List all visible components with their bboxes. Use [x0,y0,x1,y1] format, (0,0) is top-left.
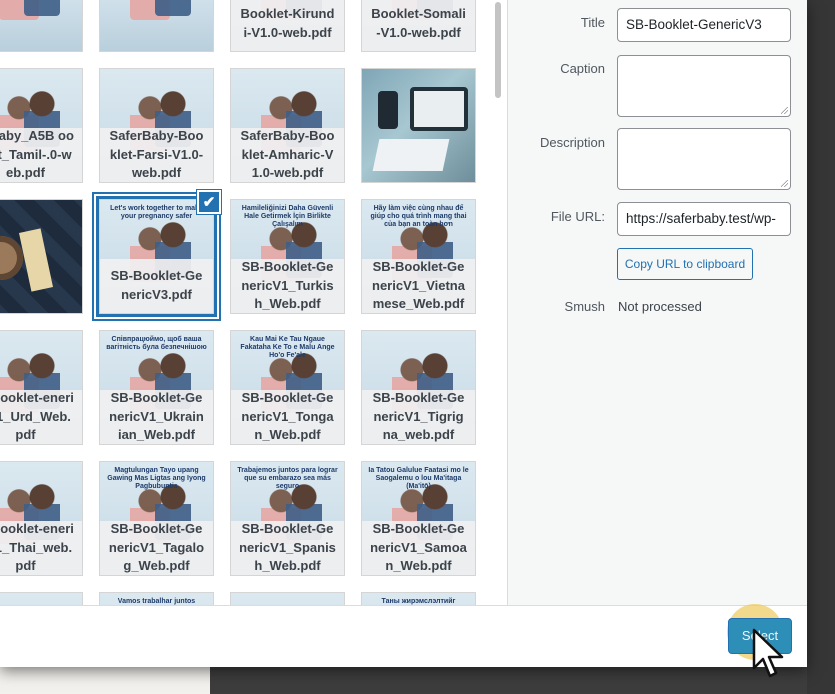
media-tile[interactable]: Magtulungan Tayo upang Gawing Mas Ligtas… [99,461,214,576]
title-field[interactable]: SB-Booklet-GenericV3 [617,8,791,42]
filename-label: SB-Booklet-GenericV1_Tigrigna_web.pdf [372,390,465,443]
filename-overlay: erBaby_A5B ooklet_Tamil-.0-web.pdf [0,127,82,182]
smush-label: Smush [564,299,605,314]
caption-field[interactable] [617,55,791,117]
thumbnail-art [410,87,468,131]
scrollbar-thumb[interactable] [495,2,501,98]
overlay-backdrop-right [807,0,835,694]
filename-overlay: SB-Booklet-GenericV1_Tigrigna_web.pdf [362,389,475,444]
thumbnail-headline: Hamileliğinizi Daha Güvenli Hale Getirme… [241,205,334,228]
filename-label: SB-Booklet-GenericV1_Samoan_Web.pdf [370,521,467,574]
filename-overlay: SB-Booklet-GenericV1_Tongan_Web.pdf [231,389,344,444]
file-thumbnail [231,593,344,605]
copy-url-button[interactable]: Copy URL to clipboard [617,248,753,280]
thumbnail-headline: Vamos trabalhar juntos [117,598,196,605]
filename-overlay: SB-Booklet-GenericV3.pdf [100,258,213,313]
selected-check-icon[interactable]: ✔ [197,190,221,214]
media-tile[interactable]: SB-Booklet-GenericV1_Tigrigna_web.pdf [361,330,476,445]
thumbnail-headline: Kau Mai Ke Tau Ngaue Fakataha Ke To e Ma… [240,336,335,359]
filename-label: B-Booklet-enericV1_Thai_web.pdf [0,521,74,574]
filename-overlay: SB-Booklet-GenericV1_Vietnamese_Web.pdf [362,258,475,313]
file-url-label: File URL: [550,209,605,224]
thumbnail-headline: Trabajemos juntos para lograr que su emb… [237,467,338,490]
media-tile[interactable]: Таны жирэмслэлтийг [361,592,476,605]
caption-label: Caption [560,61,605,76]
filename-label: Booklet-Somali-V1.0-web.pdf [371,6,466,40]
thumbnail-headline: Hãy làm việc cùng nhau để giúp cho quá t… [370,205,467,228]
media-tile[interactable] [0,592,83,605]
media-tile[interactable]: SaferBaby-Booklet-Farsi-V1.0-web.pdf [99,68,214,183]
thumbnail-art [372,139,450,171]
filename-label: B-Booklet-enericV1_Urd_Web.pdf [0,390,74,443]
media-tile[interactable]: Let's work together to make your pregnan… [96,196,217,317]
file-url-field[interactable]: https://saferbaby.test/wp- [617,202,791,236]
description-label: Description [539,135,605,150]
media-tile[interactable]: Booklet-Somali-V1.0-web.pdf [361,0,476,52]
filename-label: SB-Booklet-GenericV3.pdf [110,268,203,302]
filename-label: SB-Booklet-GenericV1_Spanish_Web.pdf [239,521,336,574]
media-tile[interactable]: SaferBaby-Booklet-Amharic-V1.0-web.pdf [230,68,345,183]
media-tile[interactable] [0,199,83,314]
media-tile[interactable]: Hãy làm việc cùng nhau để giúp cho quá t… [361,199,476,314]
mouse-pointer-icon [752,628,784,678]
thumbnail-headline: Ia Tatou Galulue Faatasi mo le Saogalemu… [368,467,469,490]
media-tile[interactable]: Booklet-Kirundi-V1.0-web.pdf [230,0,345,52]
thumbnail-headline: Magtulungan Tayo upang Gawing Mas Ligtas… [107,467,206,490]
media-tile[interactable] [361,68,476,183]
media-tile[interactable]: Ia Tatou Galulue Faatasi mo le Saogalemu… [361,461,476,576]
media-tile[interactable]: erBaby_A5B ooklet_Tamil-.0-web.pdf [0,68,83,183]
media-tile[interactable] [99,0,214,52]
media-tile[interactable] [230,592,345,605]
media-library-modal: THER TO REDUCE STI Booklet-Kirundi-V1.0-w… [0,0,807,667]
file-thumbnail [0,593,82,605]
filename-overlay: SB-Booklet-GenericV1_Turkish_Web.pdf [231,258,344,313]
filename-overlay: Booklet-Kirundi-V1.0-web.pdf [231,0,344,51]
filename-overlay: SB-Booklet-GenericV1_Tagalog_Web.pdf [100,520,213,575]
media-tile[interactable]: B-Booklet-enericV1_Urd_Web.pdf [0,330,83,445]
media-tile[interactable]: Співпрацюймо, щоб ваша вагітність була б… [99,330,214,445]
filename-label: erBaby_A5B ooklet_Tamil-.0-web.pdf [0,128,74,181]
media-tile[interactable]: THER TO REDUCE STI [0,0,83,52]
attachment-details-panel: Title SB-Booklet-GenericV3 Caption Descr… [507,0,807,605]
filename-overlay: SB-Booklet-GenericV1_Samoan_Web.pdf [362,520,475,575]
media-modal-toolbar [0,605,807,667]
smush-status: Not processed [618,299,702,314]
filename-label: Booklet-Kirundi-V1.0-web.pdf [240,6,335,40]
filename-overlay: B-Booklet-enericV1_Thai_web.pdf [0,520,82,575]
filename-label: SB-Booklet-GenericV1_Tagalog_Web.pdf [108,521,205,574]
filename-label: SB-Booklet-GenericV1_Ukrainian_Web.pdf [109,390,204,443]
thumbnail-headline: Таны жирэмслэлтийг [381,598,456,605]
filename-label: SaferBaby-Booklet-Amharic-V1.0-web.pdf [240,128,335,181]
filename-overlay: SaferBaby-Booklet-Amharic-V1.0-web.pdf [231,127,344,182]
media-tile[interactable]: B-Booklet-enericV1_Thai_web.pdf [0,461,83,576]
description-field[interactable] [617,128,791,190]
media-grid: THER TO REDUCE STI Booklet-Kirundi-V1.0-w… [0,0,492,605]
media-tile[interactable]: Kau Mai Ke Tau Ngaue Fakataha Ke To e Ma… [230,330,345,445]
thumbnail-headline: Let's work together to make your pregnan… [110,205,203,220]
filename-label: SaferBaby-Booklet-Farsi-V1.0-web.pdf [109,128,204,181]
filename-label: SB-Booklet-GenericV1_Tongan_Web.pdf [241,390,334,443]
filename-overlay: Booklet-Somali-V1.0-web.pdf [362,0,475,51]
thumbnail-headline: Співпрацюймо, щоб ваша вагітність була б… [106,336,207,351]
thumbnail-art [378,91,398,129]
media-tile[interactable]: Hamileliğinizi Daha Güvenli Hale Getirme… [230,199,345,314]
filename-overlay: SaferBaby-Booklet-Farsi-V1.0-web.pdf [100,127,213,182]
filename-label: SB-Booklet-GenericV1_Turkish_Web.pdf [241,259,334,312]
filename-overlay: B-Booklet-enericV1_Urd_Web.pdf [0,389,82,444]
media-grid-scrollbar[interactable] [494,0,502,605]
media-tile[interactable]: Vamos trabalhar juntos [99,592,214,605]
filename-overlay: SB-Booklet-GenericV1_Spanish_Web.pdf [231,520,344,575]
media-tile[interactable]: Trabajemos juntos para lograr que su emb… [230,461,345,576]
screen: THER TO REDUCE STI Booklet-Kirundi-V1.0-w… [0,0,835,694]
title-label: Title [580,15,605,30]
filename-overlay: SB-Booklet-GenericV1_Ukrainian_Web.pdf [100,389,213,444]
illustration-figure [155,0,191,16]
filename-label: SB-Booklet-GenericV1_Vietnamese_Web.pdf [372,259,465,312]
illustration-figure [24,0,60,16]
